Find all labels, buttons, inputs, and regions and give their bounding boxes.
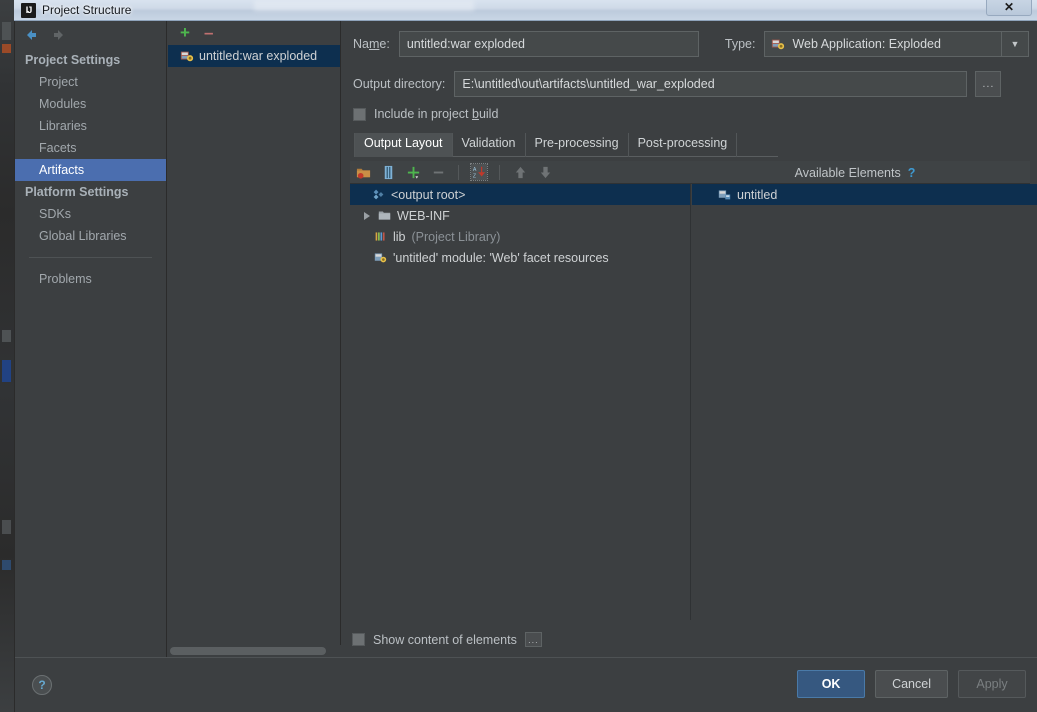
type-select[interactable]: Web Application: Exploded ▼ (764, 31, 1029, 57)
footer-button-group: OK Cancel Apply (797, 670, 1026, 698)
tree-row-label: lib (393, 229, 406, 244)
available-elements-tree[interactable]: untitled (692, 184, 1037, 620)
add-artifact-icon[interactable]: + (180, 24, 190, 41)
library-icon (374, 230, 387, 243)
sidebar-item-project[interactable]: Project (15, 71, 166, 93)
artifacts-horizontal-scrollbar[interactable] (168, 645, 341, 657)
sidebar-item-modules[interactable]: Modules (15, 93, 166, 115)
config-tabs: Output Layout Validation Pre-processing … (354, 133, 778, 157)
output-layout-toolbar: A Z Available Elements ? (350, 161, 1030, 184)
cancel-button[interactable]: Cancel (875, 670, 948, 698)
tree-row-suffix: (Project Library) (411, 229, 501, 244)
sidebar-group-project-settings: Project Settings (25, 53, 121, 67)
tree-row-label: WEB-INF (397, 208, 450, 223)
add-archive-icon[interactable] (380, 164, 396, 180)
name-input[interactable]: untitled:war exploded (398, 31, 699, 57)
tree-row-label: untitled (737, 187, 778, 202)
available-elements-header: Available Elements ? (680, 161, 1030, 184)
tree-row[interactable]: 'untitled' module: 'Web' facet resources (350, 247, 690, 268)
sidebar-item-sdks[interactable]: SDKs (15, 203, 166, 225)
list-item[interactable]: untitled:war exploded (168, 45, 340, 67)
module-icon (718, 188, 731, 201)
show-content-row[interactable]: Show content of elements ... (352, 632, 542, 647)
sidebar-item-artifacts[interactable]: Artifacts (15, 159, 166, 181)
ide-background-strip (0, 0, 14, 712)
arrow-left-icon[interactable] (23, 27, 39, 43)
dialog-footer: ? OK Cancel Apply (15, 657, 1037, 712)
sidebar-group-platform-settings: Platform Settings (25, 185, 129, 199)
window-title: Project Structure (42, 3, 132, 17)
remove-icon (430, 164, 446, 180)
tree-row[interactable]: <output root> (350, 184, 690, 205)
svg-text:A: A (473, 167, 477, 173)
tab-pre-processing[interactable]: Pre-processing (526, 133, 629, 157)
available-elements-title: Available Elements (794, 165, 901, 180)
artifacts-list-panel: + – untitled:war exploded (168, 21, 341, 657)
intellij-logo-icon: IJ (21, 2, 36, 18)
close-icon[interactable]: ✕ (986, 0, 1032, 16)
move-up-icon (512, 164, 528, 180)
output-directory-label: Output directory: (353, 77, 446, 91)
include-in-build-row[interactable]: Include in project build (353, 107, 498, 121)
facet-icon (374, 251, 387, 264)
tree-row-label: <output root> (391, 187, 466, 202)
settings-sidebar: Project Settings Project Modules Librari… (15, 21, 167, 657)
tree-row[interactable]: untitled (692, 184, 1037, 205)
artifact-icon (180, 49, 194, 63)
navigation-arrows (15, 21, 166, 49)
ok-button[interactable]: OK (797, 670, 866, 698)
move-down-icon (537, 164, 553, 180)
show-content-label: Show content of elements (373, 632, 517, 647)
show-content-options-button[interactable]: ... (524, 632, 542, 647)
sidebar-item-global-libraries[interactable]: Global Libraries (15, 225, 166, 247)
list-item-label: untitled:war exploded (199, 49, 318, 63)
project-structure-dialog: IJ Project Structure ✕ Project Settings (14, 0, 1037, 712)
sort-alphabetically-icon[interactable]: A Z (470, 163, 488, 181)
tab-post-processing[interactable]: Post-processing (629, 133, 738, 157)
remove-artifact-icon[interactable]: – (204, 24, 213, 41)
show-content-checkbox[interactable] (352, 633, 365, 646)
output-layout-tree[interactable]: <output root> WEB-INF lib (Project Libra… (350, 184, 691, 620)
chevron-down-icon[interactable]: ▼ (1001, 32, 1028, 56)
sidebar-item-problems[interactable]: Problems (15, 268, 166, 290)
output-directory-row: Output directory: E:\untitled\out\artifa… (353, 71, 1029, 97)
tab-validation[interactable]: Validation (453, 133, 526, 157)
name-input-value: untitled:war exploded (406, 37, 525, 51)
dialog-body: Project Settings Project Modules Librari… (14, 21, 1037, 712)
output-root-icon (372, 188, 385, 201)
add-directory-icon[interactable] (355, 164, 371, 180)
help-icon[interactable]: ? (32, 675, 52, 695)
apply-button[interactable]: Apply (958, 670, 1026, 698)
tree-row[interactable]: lib (Project Library) (350, 226, 690, 247)
sidebar-divider (29, 257, 152, 258)
browse-directory-button[interactable]: ... (975, 71, 1002, 97)
name-type-row: Name: untitled:war exploded Type: Web Ap… (353, 31, 1029, 57)
help-marker-icon[interactable]: ? (908, 166, 916, 180)
artifacts-list[interactable]: untitled:war exploded (168, 45, 340, 643)
include-in-build-checkbox[interactable] (353, 107, 366, 121)
folder-icon (378, 209, 391, 222)
svg-text:Z: Z (473, 173, 477, 179)
add-copy-icon[interactable] (405, 164, 421, 180)
type-label: Type: (724, 37, 756, 51)
artifacts-toolbar: + – (168, 21, 340, 45)
tab-output-layout[interactable]: Output Layout (354, 133, 453, 157)
arrow-right-icon[interactable] (51, 27, 67, 43)
tree-row[interactable]: WEB-INF (350, 205, 690, 226)
output-directory-value: E:\untitled\out\artifacts\untitled_war_e… (462, 77, 715, 91)
type-select-value: Web Application: Exploded (792, 37, 941, 51)
chevron-right-icon[interactable] (362, 211, 372, 221)
artifact-type-icon (765, 37, 785, 51)
window-titlebar: IJ Project Structure ✕ (14, 0, 1037, 21)
sidebar-item-facets[interactable]: Facets (15, 137, 166, 159)
tree-row-label: 'untitled' module: 'Web' facet resources (393, 250, 609, 265)
artifact-config-pane: Name: untitled:war exploded Type: Web Ap… (342, 21, 1037, 657)
include-in-build-label: Include in project build (374, 107, 499, 121)
name-label: Name: (353, 37, 390, 51)
sidebar-item-libraries[interactable]: Libraries (15, 115, 166, 137)
output-directory-input[interactable]: E:\untitled\out\artifacts\untitled_war_e… (454, 71, 968, 97)
